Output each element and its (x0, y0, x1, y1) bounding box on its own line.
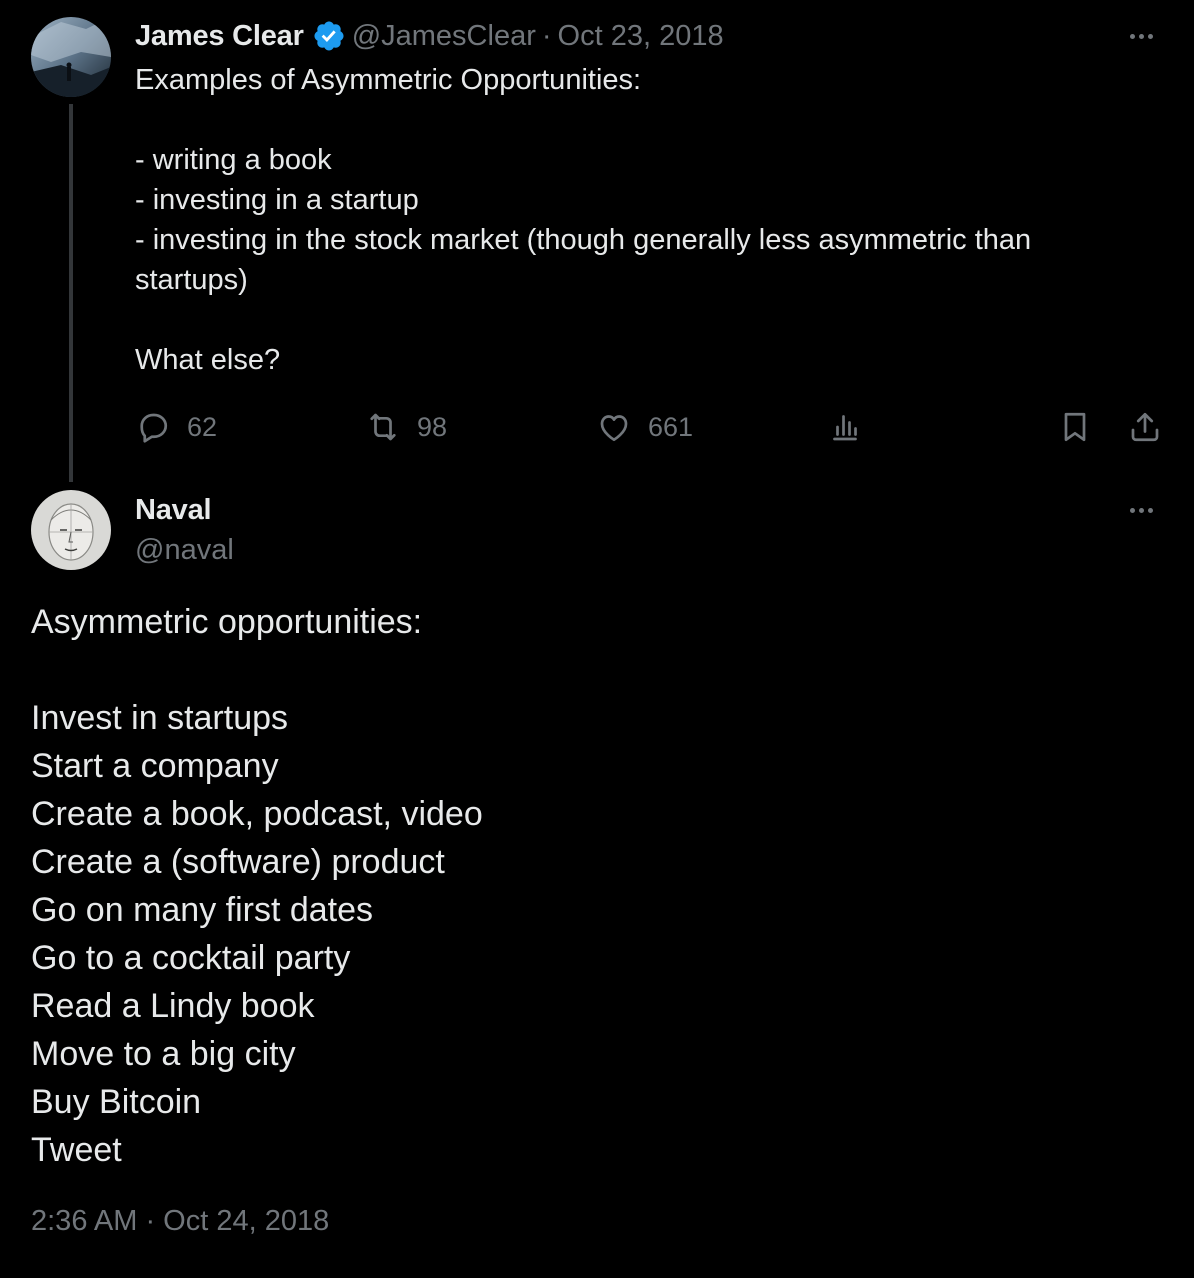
bookmark-button[interactable] (1057, 405, 1093, 449)
tweet-text-line: Create a book, podcast, video (31, 795, 483, 833)
tweet-text-line: - writing a book (135, 144, 332, 176)
main-tweet-header: Naval @naval (135, 490, 234, 570)
tweet-text-line: Examples of Asymmetric Opportunities: (135, 64, 642, 96)
more-icon[interactable] (1121, 26, 1161, 46)
parent-tweet-text: Examples of Asymmetric Opportunities: - … (135, 60, 1135, 380)
thread-connector-line (69, 104, 73, 482)
tweet-text-line: What else? (135, 344, 281, 376)
tweet-text-line: Start a company (31, 747, 279, 785)
views-button[interactable] (827, 405, 863, 449)
tweet-action-bar: 62 98 661 (135, 405, 1165, 449)
heart-icon (600, 415, 628, 442)
like-count: 661 (648, 411, 694, 442)
views-icon (833, 415, 857, 441)
author-name[interactable]: James Clear (135, 20, 304, 53)
retweet-count: 98 (417, 411, 448, 442)
reply-count: 62 (187, 411, 218, 442)
author-handle[interactable]: @JamesClear (352, 20, 536, 53)
tweet-text-line: Go on many first dates (31, 891, 374, 929)
tweet-date[interactable]: Oct 23, 2018 (558, 20, 724, 53)
like-button[interactable]: 661 (596, 405, 693, 449)
bookmark-icon (1064, 412, 1086, 442)
tweet-text-line (31, 646, 1161, 694)
tweet-text-line: Tweet (31, 1131, 122, 1169)
tweet-text-line: Read a Lindy book (31, 987, 315, 1025)
tweet-text-line: startups) (135, 264, 248, 296)
tweet-text-line: Buy Bitcoin (31, 1083, 202, 1121)
author-name[interactable]: Naval (135, 490, 234, 530)
reply-button[interactable]: 62 (135, 405, 217, 449)
main-tweet-text: Asymmetric opportunities: Invest in star… (31, 598, 1161, 1174)
verified-badge-icon[interactable] (312, 19, 346, 53)
james-clear-avatar-image (31, 17, 111, 97)
tweet-text-line (135, 100, 1135, 140)
tweet-text-line: Create a (software) product (31, 843, 445, 881)
retweet-button[interactable]: 98 (365, 405, 447, 449)
naval-avatar[interactable] (31, 490, 111, 570)
share-button[interactable] (1127, 405, 1163, 449)
share-icon (1131, 412, 1159, 442)
naval-avatar-image (31, 490, 111, 570)
retweet-icon (370, 413, 396, 441)
tweet-text-line: - investing in the stock market (though … (135, 224, 1032, 256)
reply-icon (140, 413, 168, 443)
tweet-text-line: Invest in startups (31, 699, 289, 737)
tweet-text-line: - investing in a startup (135, 184, 419, 216)
meta-separator: · (541, 19, 552, 52)
tweet-timestamp[interactable]: 2:36 AM · Oct 24, 2018 (31, 1205, 329, 1238)
tweet-text-line (135, 300, 1135, 340)
tweet-text-line: Move to a big city (31, 1035, 296, 1073)
james-clear-avatar[interactable] (31, 17, 111, 97)
more-icon[interactable] (1121, 500, 1161, 520)
author-handle[interactable]: @naval (135, 530, 234, 570)
tweet-text-line: Go to a cocktail party (31, 939, 351, 977)
tweet-text-line: Asymmetric opportunities: (31, 603, 423, 641)
parent-tweet-header: James Clear @JamesClear · Oct 23, 2018 (135, 16, 724, 56)
